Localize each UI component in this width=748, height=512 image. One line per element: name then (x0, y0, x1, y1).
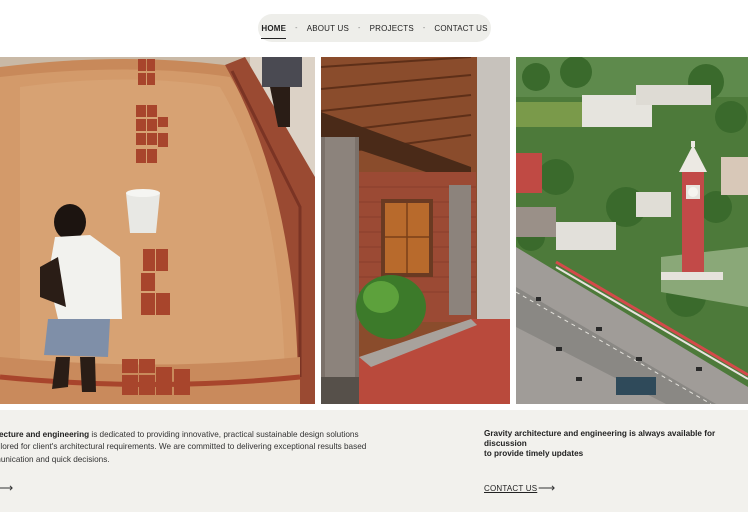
contact-us-link[interactable]: CONTACT US (484, 484, 537, 493)
top-navigation-wrapper: HOME - ABOUT US - PROJECTS - CONTACT US (0, 14, 748, 42)
arrow-right-icon[interactable]: ⟶ (0, 481, 13, 495)
nav-separator: - (422, 24, 426, 32)
nav-separator: - (295, 24, 298, 32)
about-paragraph: itecture and engineering is dedicated to… (0, 429, 384, 466)
about-company-name: itecture and engineering (0, 430, 90, 439)
about-line-2: ailored for client's architectural requi… (0, 442, 367, 452)
project-gallery (0, 57, 748, 404)
arrow-right-icon[interactable]: ⟶ (538, 481, 555, 495)
about-line-1: is dedicated to providing innovative, pr… (89, 430, 359, 439)
photo-brick-vault-worker (0, 57, 315, 404)
nav-about-link[interactable]: ABOUT US (307, 24, 349, 33)
about-line-3: munication and quick decisions. (0, 454, 110, 464)
nav-separator: - (358, 24, 361, 32)
top-navigation: HOME - ABOUT US - PROJECTS - CONTACT US (258, 14, 491, 42)
info-section: itecture and engineering is dedicated to… (0, 410, 748, 512)
nav-projects-link[interactable]: PROJECTS (370, 24, 414, 33)
nav-home-link[interactable]: HOME (261, 24, 286, 39)
nav-contact-link[interactable]: CONTACT US (434, 24, 487, 33)
contact-paragraph: Gravity architecture and engineering is … (484, 429, 716, 458)
photo-aerial-clock-tower (516, 57, 748, 404)
photo-brick-house-veranda (321, 57, 510, 404)
